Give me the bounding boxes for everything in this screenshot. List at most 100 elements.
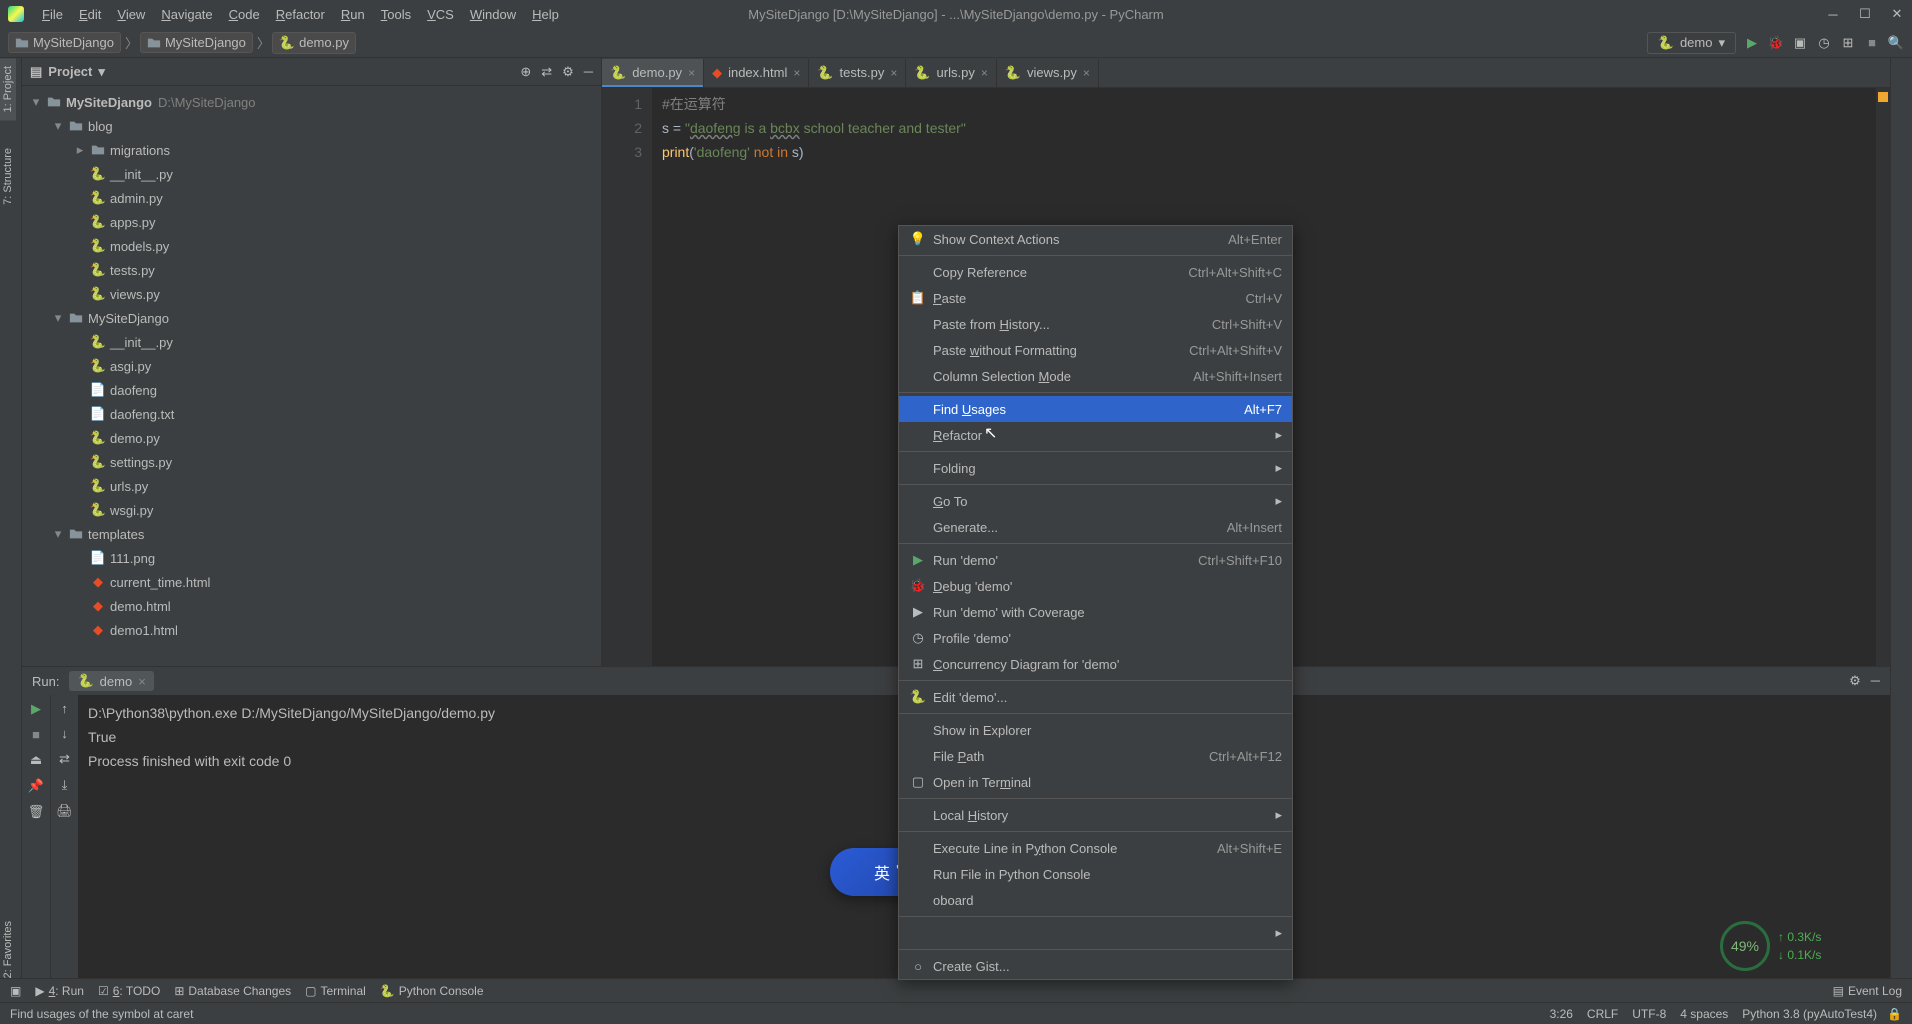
editor-tab[interactable]: 🐍demo.py× [602,59,704,87]
context-menu-item[interactable]: Column Selection ModeAlt+Shift+Insert [899,363,1292,389]
editor-tab[interactable]: 🐍urls.py× [906,59,997,87]
tree-item[interactable]: 🐍models.py [22,234,601,258]
locate-icon[interactable]: ⊕ [520,64,531,80]
menu-help[interactable]: Help [524,3,567,26]
tree-item[interactable]: ◆demo1.html [22,618,601,642]
context-menu-item[interactable]: 🐞Debug 'demo' [899,573,1292,599]
tree-item[interactable]: ▾blog [22,114,601,138]
project-panel-title[interactable]: ▤ Project ▾ [30,64,105,80]
tree-item[interactable]: ◆demo.html [22,594,601,618]
context-menu-item[interactable]: Show in Explorer [899,717,1292,743]
context-menu-item[interactable]: Refactor▸ [899,422,1292,448]
stop-icon[interactable]: ■ [32,727,40,742]
tree-item[interactable]: 🐍__init__.py [22,330,601,354]
editor-tab[interactable]: 🐍tests.py× [809,59,906,87]
context-menu-item[interactable]: Find UsagesAlt+F7 [899,396,1292,422]
close-icon[interactable]: × [890,66,897,80]
context-menu-item[interactable]: 💡Show Context ActionsAlt+Enter [899,226,1292,252]
concurrency-button[interactable]: ⊞ [1840,35,1856,51]
tool-window-button[interactable]: ☑6: TODO [98,984,160,998]
menu-tools[interactable]: Tools [373,3,419,26]
breadcrumb-item[interactable]: MySiteDjango [8,32,121,53]
close-icon[interactable]: × [981,66,988,80]
status-item[interactable]: 4 spaces [1680,1007,1728,1021]
gutter[interactable]: 1 2 3 [602,88,652,666]
close-icon[interactable]: × [1083,66,1090,80]
tree-arrow[interactable]: ▾ [52,310,64,326]
editor-context-menu[interactable]: 💡Show Context ActionsAlt+Enter Copy Refer… [898,225,1293,980]
context-menu-item[interactable]: 🐍Edit 'demo'... [899,684,1292,710]
menu-refactor[interactable]: Refactor [268,3,333,26]
context-menu-item[interactable]: Copy ReferenceCtrl+Alt+Shift+C [899,259,1292,285]
ime-lang-indicator[interactable]: 英 [874,860,890,884]
breadcrumb-item[interactable]: 🐍 demo.py [272,32,356,54]
status-item[interactable]: UTF-8 [1632,1007,1666,1021]
tree-item[interactable]: 🐍tests.py [22,258,601,282]
exit-icon[interactable]: ⏏ [30,752,42,768]
close-icon[interactable]: × [138,674,146,689]
menu-vcs[interactable]: VCS [419,3,462,26]
run-config-selector[interactable]: 🐍 demo ▾ [1647,32,1736,54]
stop-button[interactable]: ■ [1864,35,1880,51]
tree-item[interactable]: 🐍asgi.py [22,354,601,378]
menu-window[interactable]: Window [462,3,524,26]
scroll-icon[interactable]: ⤓ [62,777,68,793]
down-icon[interactable]: ↓ [61,726,68,741]
up-icon[interactable]: ↑ [61,701,68,716]
event-log-button[interactable]: ▤ Event Log [1833,984,1902,998]
context-menu-item[interactable]: ⊞Concurrency Diagram for 'demo' [899,651,1292,677]
context-menu-item[interactable]: Paste from History...Ctrl+Shift+V [899,311,1292,337]
tree-item[interactable]: ▸migrations [22,138,601,162]
tree-item[interactable]: 🐍demo.py [22,426,601,450]
tree-arrow[interactable]: ▾ [52,118,64,134]
context-menu-item[interactable]: oboard [899,887,1292,913]
menu-code[interactable]: Code [221,3,268,26]
maximize-button[interactable]: ☐ [1858,7,1872,21]
editor-tab[interactable]: ◆index.html× [704,59,809,87]
rerun-icon[interactable]: ▶ [31,701,41,717]
show-tool-windows-icon[interactable]: ▣ [10,984,21,998]
context-menu-item[interactable]: Execute Line in Python ConsoleAlt+Shift+… [899,835,1292,861]
tree-arrow[interactable]: ▸ [74,142,86,158]
tool-window-button[interactable]: ▶4: Run [35,984,84,998]
tree-item[interactable]: ▾MySiteDjango [22,306,601,330]
context-menu-item[interactable]: ▢Open in Terminal [899,769,1292,795]
print-icon[interactable]: 🖨 [56,803,73,819]
breadcrumb-item[interactable]: MySiteDjango [140,32,253,53]
tree-item[interactable]: 📄111.png [22,546,601,570]
tree-item[interactable]: 🐍apps.py [22,210,601,234]
trash-icon[interactable]: 🗑 [28,804,45,820]
lock-icon[interactable]: 🔒 [1887,1007,1902,1021]
menu-run[interactable]: Run [333,3,373,26]
context-menu-item[interactable]: ▶Run 'demo' with Coverage [899,599,1292,625]
hide-icon[interactable]: ─ [584,64,593,80]
context-menu-item[interactable]: ▸ [899,920,1292,946]
tool-window-button[interactable]: ⊞Database Changes [174,984,291,998]
structure-tool-tab[interactable]: 7: Structure [0,140,16,213]
chevron-down-icon[interactable]: ▾ [30,94,42,110]
pin-icon[interactable]: 📌 [28,778,44,794]
coverage-button[interactable]: ▣ [1792,35,1808,51]
editor-tab[interactable]: 🐍views.py× [997,59,1099,87]
status-item[interactable]: 3:26 [1550,1007,1573,1021]
context-menu-item[interactable]: ▶Run 'demo'Ctrl+Shift+F10 [899,547,1292,573]
context-menu-item[interactable]: Go To▸ [899,488,1292,514]
tree-item[interactable]: 🐍settings.py [22,450,601,474]
project-tool-tab[interactable]: 1: Project [0,58,16,120]
status-item[interactable]: Python 3.8 (pyAutoTest4) [1742,1007,1877,1021]
error-stripe[interactable] [1876,88,1890,666]
hide-icon[interactable]: ─ [1871,673,1880,689]
expand-icon[interactable]: ⇄ [541,64,552,80]
context-menu-item[interactable]: 📋PasteCtrl+V [899,285,1292,311]
status-item[interactable]: CRLF [1587,1007,1618,1021]
tree-item[interactable]: 🐍admin.py [22,186,601,210]
project-tree[interactable]: ▾ MySiteDjango D:\MySiteDjango ▾blog▸mig… [22,86,601,646]
close-icon[interactable]: × [688,66,695,80]
tree-item[interactable]: 🐍wsgi.py [22,498,601,522]
menu-view[interactable]: View [109,3,153,26]
context-menu-item[interactable]: File PathCtrl+Alt+F12 [899,743,1292,769]
close-icon[interactable]: × [793,66,800,80]
run-button[interactable]: ▶ [1744,35,1760,51]
context-menu-item[interactable]: Paste without FormattingCtrl+Alt+Shift+V [899,337,1292,363]
tree-item[interactable]: 📄daofeng [22,378,601,402]
